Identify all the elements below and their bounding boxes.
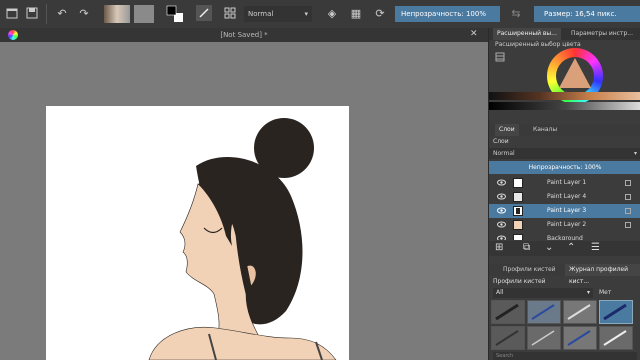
move-layer-up-icon[interactable]: ⌃ bbox=[567, 242, 575, 253]
layer-blend-mode-select[interactable]: Normal ▾ bbox=[489, 148, 640, 159]
layer-row[interactable]: Background bbox=[489, 232, 640, 240]
layer-blend-mode-value: Normal bbox=[493, 150, 515, 157]
new-document-icon[interactable] bbox=[4, 5, 20, 21]
visibility-eye-icon[interactable] bbox=[497, 179, 506, 186]
layers-heading: Слои bbox=[493, 138, 509, 145]
move-layer-down-icon[interactable]: ⌄ bbox=[545, 242, 553, 253]
layer-row[interactable]: Paint Layer 4 bbox=[489, 190, 640, 204]
opacity-slider[interactable]: Непрозрачность: 100% bbox=[395, 6, 500, 22]
foreground-background-color[interactable] bbox=[166, 5, 184, 23]
main-toolbar: ↶ ↷ Normal ▾ ◈ ▦ ⟳ Непрозрачность: 100% ⇆… bbox=[0, 0, 640, 29]
layer-thumbnail bbox=[513, 178, 523, 188]
shade-strip-1[interactable] bbox=[489, 92, 640, 100]
layer-name: Paint Layer 3 bbox=[547, 207, 587, 214]
tab-tool-options[interactable]: Параметры инстр... bbox=[567, 28, 637, 40]
visibility-eye-icon[interactable] bbox=[497, 235, 506, 240]
brush-search-placeholder: Search bbox=[496, 353, 514, 359]
brush-tag-label: Мет bbox=[599, 289, 612, 296]
blend-mode-select[interactable]: Normal ▾ bbox=[244, 6, 312, 22]
layer-thumbnail bbox=[513, 206, 523, 216]
layer-name: Paint Layer 2 bbox=[547, 221, 587, 228]
brush-search-input[interactable]: Search bbox=[493, 352, 637, 360]
shade-strip-2[interactable] bbox=[489, 102, 640, 110]
brush-presets-heading: Профили кистей bbox=[493, 278, 546, 285]
document-modified-marker: * bbox=[264, 31, 268, 39]
brush-preset[interactable] bbox=[491, 326, 525, 350]
undo-icon[interactable]: ↶ bbox=[54, 5, 70, 21]
size-slider[interactable]: Размер: 16,54 пикс. bbox=[534, 6, 640, 22]
color-settings-icon[interactable] bbox=[495, 52, 505, 62]
lock-icon[interactable] bbox=[625, 208, 631, 214]
visibility-eye-icon[interactable] bbox=[497, 221, 506, 228]
layers-tabs: Слои Каналы bbox=[489, 124, 640, 136]
eraser-icon[interactable]: ◈ bbox=[324, 5, 340, 21]
brush-preset[interactable] bbox=[491, 300, 525, 324]
right-dock: Расширенный вы... Параметры инстр... Рас… bbox=[488, 28, 640, 360]
brush-preset[interactable] bbox=[527, 300, 561, 324]
layers-actions-bar: ⊞ ⧉ ⌄ ⌃ ☰ bbox=[489, 241, 640, 256]
layer-properties-icon[interactable]: ☰ bbox=[591, 242, 600, 253]
portrait-illustration bbox=[148, 118, 337, 360]
layer-thumbnail bbox=[513, 192, 523, 202]
opacity-slider-label: Непрозрачность: 100% bbox=[401, 10, 486, 18]
drawing-canvas[interactable] bbox=[46, 106, 349, 360]
tab-channels[interactable]: Каналы bbox=[529, 124, 561, 136]
brush-preset[interactable] bbox=[563, 300, 597, 324]
tab-brush-history[interactable]: Журнал профилей кист... bbox=[565, 264, 640, 285]
tab-brush-presets[interactable]: Профили кистей bbox=[499, 264, 560, 276]
size-slider-label: Размер: 16,54 пикс. bbox=[544, 10, 617, 18]
pattern-swatch[interactable] bbox=[134, 5, 154, 23]
visibility-eye-icon[interactable] bbox=[497, 207, 506, 214]
brush-preset[interactable] bbox=[599, 326, 633, 350]
document-tab-bar: [Not Saved] * ✕ bbox=[0, 28, 488, 43]
brush-filter-select[interactable]: All ▾ bbox=[493, 288, 593, 298]
layer-row-selected[interactable]: Paint Layer 3 bbox=[489, 204, 640, 218]
layer-opacity-label: Непрозрачность: 100% bbox=[528, 164, 602, 171]
layer-row[interactable]: Paint Layer 2 bbox=[489, 218, 640, 232]
layer-opacity-slider[interactable]: Непрозрачность: 100% bbox=[489, 161, 640, 174]
redo-icon[interactable]: ↷ bbox=[76, 5, 92, 21]
blend-mode-value: Normal bbox=[248, 10, 274, 18]
brush-filter-value: All bbox=[496, 289, 504, 296]
tab-advanced-color-selector[interactable]: Расширенный вы... bbox=[493, 28, 561, 40]
layer-name: Paint Layer 1 bbox=[547, 179, 587, 186]
lock-icon[interactable] bbox=[625, 194, 631, 200]
layer-row[interactable]: Paint Layer 1 bbox=[489, 176, 640, 190]
document-title[interactable]: [Not Saved] * bbox=[0, 28, 488, 42]
duplicate-layer-icon[interactable]: ⧉ bbox=[523, 242, 530, 253]
toolbar-separator bbox=[46, 4, 47, 24]
wrap-around-icon[interactable]: ⟳ bbox=[372, 5, 388, 21]
brush-tabs: Профили кистей Журнал профилей кист... bbox=[489, 264, 640, 285]
layer-name: Background bbox=[547, 235, 583, 240]
close-document-icon[interactable]: ✕ bbox=[470, 29, 478, 39]
add-layer-icon[interactable]: ⊞ bbox=[495, 242, 503, 253]
alpha-lock-icon[interactable]: ▦ bbox=[348, 5, 364, 21]
visibility-eye-icon[interactable] bbox=[497, 193, 506, 200]
lock-icon[interactable] bbox=[625, 222, 631, 228]
brush-preset-selected[interactable] bbox=[599, 300, 633, 324]
layer-thumbnail bbox=[513, 234, 523, 240]
slider-reset-icon[interactable]: ⇆ bbox=[508, 5, 524, 21]
gradient-swatch[interactable] bbox=[104, 5, 130, 23]
tab-layers[interactable]: Слои bbox=[495, 124, 519, 136]
brush-preset[interactable] bbox=[527, 326, 561, 350]
brush-preset-icon[interactable] bbox=[196, 5, 212, 21]
save-icon[interactable] bbox=[24, 5, 40, 21]
layer-name: Paint Layer 4 bbox=[547, 193, 587, 200]
layer-thumbnail bbox=[513, 220, 523, 230]
brush-preset[interactable] bbox=[563, 326, 597, 350]
lock-icon[interactable] bbox=[625, 180, 631, 186]
dock-top-tabs: Расширенный вы... Параметры инстр... bbox=[489, 28, 640, 40]
document-title-text: [Not Saved] bbox=[220, 31, 262, 39]
canvas-area[interactable] bbox=[0, 42, 488, 360]
grid-icon[interactable] bbox=[222, 5, 238, 21]
